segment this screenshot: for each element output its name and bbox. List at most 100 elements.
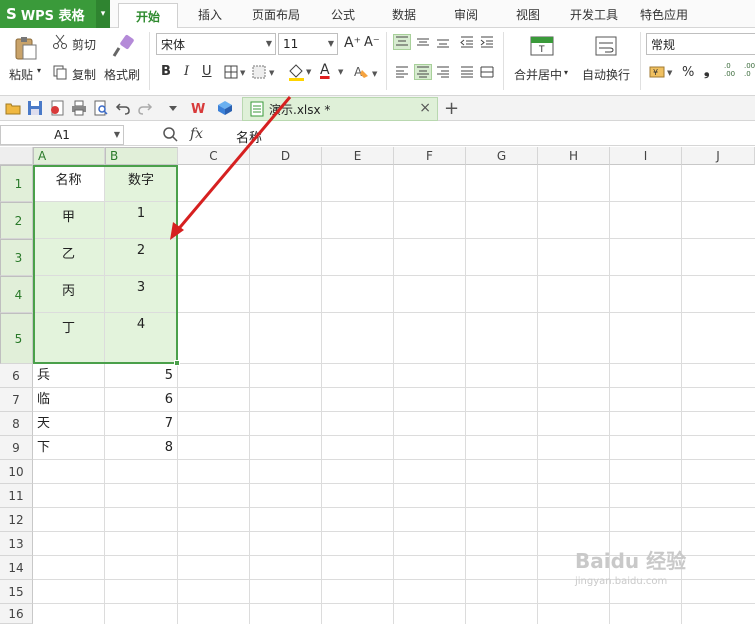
decrease-decimal-button[interactable]: .00 .0 bbox=[744, 62, 755, 78]
increase-indent-icon[interactable] bbox=[478, 34, 496, 50]
cell-b8[interactable]: 7 bbox=[105, 412, 178, 436]
grow-font-icon[interactable]: A⁺ bbox=[344, 35, 361, 51]
name-box[interactable]: A1 ▼ bbox=[0, 125, 124, 145]
cell-b9[interactable]: 8 bbox=[105, 436, 178, 460]
font-color-icon[interactable]: A bbox=[320, 62, 330, 78]
save-icon[interactable] bbox=[27, 100, 43, 116]
tab-formulas[interactable]: 公式 bbox=[331, 6, 355, 23]
align-left-icon[interactable] bbox=[393, 64, 411, 80]
ribbon-separator bbox=[640, 32, 641, 90]
comma-style-button[interactable]: ❟ bbox=[704, 63, 710, 79]
svg-text:▼: ▼ bbox=[667, 69, 673, 77]
font-name-select[interactable]: 宋体 ▼ bbox=[156, 33, 276, 55]
merge-center-label[interactable]: 合并居中 bbox=[514, 66, 562, 83]
app-name: WPS 表格 bbox=[20, 8, 85, 24]
export-pdf-icon[interactable] bbox=[49, 100, 65, 116]
merge-dropdown-icon[interactable]: ▾ bbox=[564, 68, 568, 77]
cell-a8[interactable]: 天 bbox=[33, 412, 105, 436]
font-size-select[interactable]: 11 ▼ bbox=[278, 33, 338, 55]
cell-a1[interactable]: 名称 bbox=[33, 165, 105, 202]
undo-icon[interactable] bbox=[115, 100, 131, 116]
tab-special[interactable]: 特色应用 bbox=[640, 6, 688, 23]
cube-icon[interactable] bbox=[217, 100, 233, 116]
new-tab-icon[interactable]: + bbox=[444, 98, 459, 119]
tab-view[interactable]: 视图 bbox=[516, 6, 540, 23]
align-top-icon[interactable] bbox=[393, 34, 411, 50]
file-tab[interactable]: 演示.xlsx * × bbox=[242, 97, 438, 121]
zoom-function-icon[interactable] bbox=[162, 126, 178, 142]
font-color-dropdown-icon[interactable]: ▼ bbox=[338, 68, 343, 76]
align-center-icon[interactable] bbox=[414, 64, 432, 80]
ribbon: 粘贴 ▾ 剪切 复制 格式刷 宋体 ▼ 11 ▼ A⁺ A⁻ B I U ▼ ▼ ▼… bbox=[0, 28, 755, 96]
watermark-url: jingyan.baidu.com bbox=[575, 576, 668, 587]
merge-center-icon[interactable]: T bbox=[530, 34, 554, 58]
tab-data[interactable]: 数据 bbox=[392, 6, 416, 23]
paste-icon[interactable] bbox=[12, 34, 40, 62]
cell-b4[interactable]: 3 bbox=[105, 276, 178, 313]
redo-icon[interactable] bbox=[137, 100, 153, 116]
italic-button[interactable]: I bbox=[184, 64, 189, 79]
customize-dropdown-icon[interactable] bbox=[166, 100, 180, 116]
chevron-down-icon: ▼ bbox=[327, 39, 334, 48]
cell-a3[interactable]: 乙 bbox=[33, 239, 105, 276]
formula-input[interactable]: 名称 bbox=[236, 127, 262, 146]
chevron-down-icon[interactable]: ▼ bbox=[114, 126, 120, 144]
distributed-align-icon[interactable] bbox=[478, 64, 496, 80]
paste-label[interactable]: 粘贴 bbox=[9, 66, 33, 83]
bold-button[interactable]: B bbox=[161, 64, 171, 79]
cell-style-icon[interactable]: ▼ bbox=[252, 64, 278, 80]
align-right-icon[interactable] bbox=[434, 64, 452, 80]
percent-button[interactable]: % bbox=[682, 65, 694, 80]
currency-icon[interactable]: ¥ ▼ bbox=[648, 64, 676, 80]
print-icon[interactable] bbox=[71, 100, 87, 116]
svg-text:▼: ▼ bbox=[372, 70, 378, 78]
cell-a4[interactable]: 丙 bbox=[33, 276, 105, 313]
insert-function-button[interactable]: fx bbox=[190, 126, 203, 142]
cell-a5[interactable]: 丁 bbox=[33, 313, 105, 364]
paste-dropdown-icon[interactable]: ▾ bbox=[37, 66, 41, 75]
app-menu-dropdown-icon[interactable]: ▾ bbox=[96, 0, 110, 28]
name-box-value: A1 bbox=[54, 128, 70, 142]
decrease-indent-icon[interactable] bbox=[458, 34, 476, 50]
shrink-font-icon[interactable]: A⁻ bbox=[364, 35, 380, 50]
align-middle-icon[interactable] bbox=[414, 34, 432, 50]
wrap-text-icon[interactable] bbox=[594, 34, 618, 58]
borders-icon[interactable]: ▼ bbox=[224, 64, 248, 80]
wps-w-icon[interactable]: W bbox=[191, 100, 207, 116]
tab-page-layout[interactable]: 页面布局 bbox=[252, 6, 300, 23]
font-size-value: 11 bbox=[283, 37, 299, 51]
tab-home[interactable]: 开始 bbox=[118, 3, 178, 29]
print-preview-icon[interactable] bbox=[93, 100, 109, 116]
justify-icon[interactable] bbox=[458, 64, 476, 80]
cell-b1[interactable]: 数字 bbox=[105, 165, 178, 202]
underline-button[interactable]: U bbox=[202, 64, 212, 79]
close-tab-icon[interactable]: × bbox=[419, 100, 431, 116]
cell-b3[interactable]: 2 bbox=[105, 239, 178, 276]
scissors-icon[interactable] bbox=[52, 34, 68, 50]
cell-a9[interactable]: 下 bbox=[33, 436, 105, 460]
tab-insert[interactable]: 插入 bbox=[198, 6, 222, 23]
cell-b6[interactable]: 5 bbox=[105, 364, 178, 388]
clear-format-icon[interactable]: A ▼ bbox=[352, 64, 380, 80]
cell-a7[interactable]: 临 bbox=[33, 388, 105, 412]
open-folder-icon[interactable] bbox=[5, 100, 21, 116]
copy-label[interactable]: 复制 bbox=[72, 66, 96, 83]
cut-label[interactable]: 剪切 bbox=[72, 36, 96, 53]
cell-b7[interactable]: 6 bbox=[105, 388, 178, 412]
format-painter-icon[interactable] bbox=[110, 34, 136, 60]
copy-icon[interactable] bbox=[52, 64, 68, 80]
cell-a6[interactable]: 兵 bbox=[33, 364, 105, 388]
increase-decimal-button[interactable]: .0 .00 bbox=[724, 62, 735, 78]
app-menu-button[interactable]: S WPS 表格 ▾ bbox=[0, 0, 110, 28]
align-bottom-icon[interactable] bbox=[434, 34, 452, 50]
number-format-select[interactable]: 常规 bbox=[646, 33, 755, 55]
tab-developer[interactable]: 开发工具 bbox=[570, 6, 618, 23]
cell-b2[interactable]: 1 bbox=[105, 202, 178, 239]
tab-review[interactable]: 审阅 bbox=[454, 6, 478, 23]
fill-color-icon[interactable]: ▼ bbox=[286, 62, 314, 82]
format-painter-label[interactable]: 格式刷 bbox=[104, 66, 140, 83]
cell-a2[interactable]: 甲 bbox=[33, 202, 105, 239]
fill-handle[interactable] bbox=[174, 360, 180, 366]
cell-b5[interactable]: 4 bbox=[105, 313, 178, 364]
wrap-text-label[interactable]: 自动换行 bbox=[582, 66, 630, 83]
